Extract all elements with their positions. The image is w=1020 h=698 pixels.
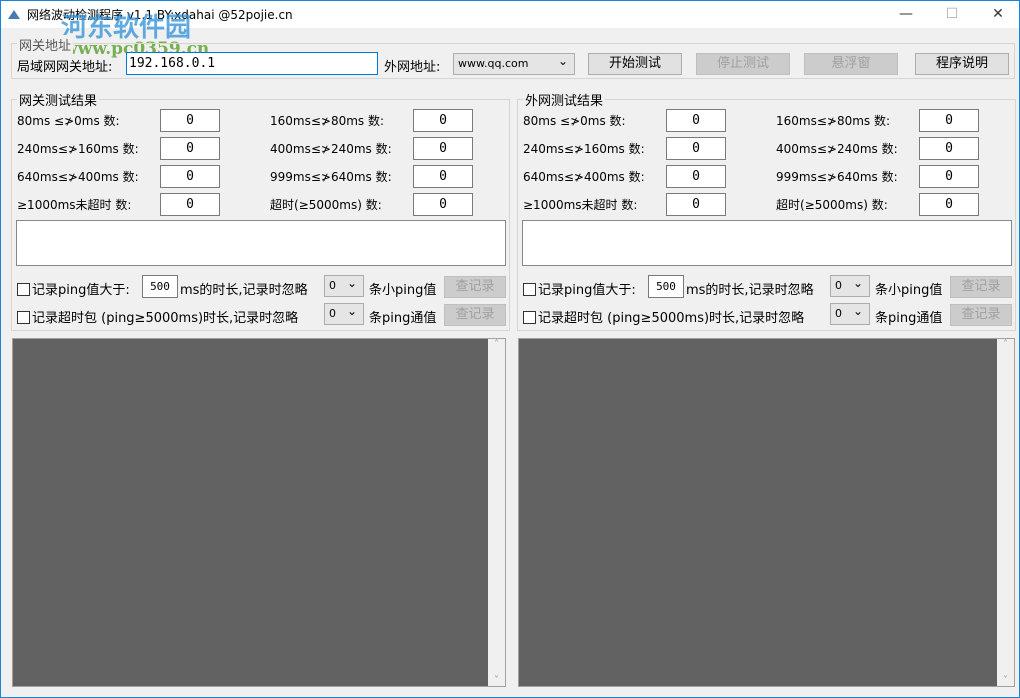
external-address-select[interactable]: www.qq.com [453,53,575,75]
ignore-pass-select[interactable]: 0 [830,303,870,325]
range-count [413,137,473,160]
view-record-button[interactable]: 查记录 [444,276,506,298]
range-label: 超时(≥5000ms) 数: [776,198,888,212]
gateway-address-group-label: 网关地址 [17,35,74,54]
stop-test-button[interactable]: 停止测试 [696,53,790,75]
view-timeout-record-button[interactable]: 查记录 [950,304,1012,326]
range-label: 400ms≤≯240ms 数: [776,142,898,156]
range-label: 80ms ≤≯0ms 数: [17,114,120,128]
scroll-up-icon[interactable]: ˄ [997,339,1014,350]
scrollbar[interactable]: ˄ ˅ [997,339,1014,686]
range-label: 999ms≤≯640ms 数: [270,170,392,184]
float-window-button[interactable]: 悬浮窗 [804,53,898,75]
range-count [919,137,979,160]
app-icon [7,7,21,21]
range-label: 640ms≤≯400ms 数: [523,170,645,184]
small-ping-label: 条小ping值 [369,283,437,298]
record-ping-suffix: ms的时长,记录时忽略 [686,283,814,298]
range-count [666,109,726,132]
range-label: 240ms≤≯160ms 数: [523,142,645,156]
range-count [160,193,220,216]
ping-threshold-input[interactable] [142,275,178,298]
external-label: 外网地址: [384,60,441,75]
ignore-small-select[interactable]: 0 [324,275,364,297]
record-ping-checkbox[interactable]: 记录ping值大于: [523,279,636,298]
range-label: 400ms≤≯240ms 数: [270,142,392,156]
ping-pass-label: 条ping通值 [875,311,943,326]
ping-chart-area: ˄ ˅ [12,338,506,687]
range-label: ≥1000ms未超时 数: [17,198,132,212]
range-count [413,165,473,188]
record-timeout-checkbox[interactable]: 记录超时包 (ping≥5000ms)时长,记录时忽略 [17,307,298,326]
start-test-button[interactable]: 开始测试 [588,53,682,75]
close-button[interactable]: ✕ [975,1,1020,28]
scroll-down-icon[interactable]: ˅ [997,675,1014,686]
range-count [160,165,220,188]
range-count [919,109,979,132]
range-count [919,193,979,216]
ignore-pass-select[interactable]: 0 [324,303,364,325]
range-count [160,109,220,132]
checkbox-icon[interactable] [17,311,30,324]
log-memo[interactable] [16,220,506,266]
record-timeout-checkbox[interactable]: 记录超时包 (ping≥5000ms)时长,记录时忽略 [523,307,804,326]
view-timeout-record-button[interactable]: 查记录 [444,304,506,326]
scroll-down-icon[interactable]: ˅ [488,675,505,686]
range-label: 超时(≥5000ms) 数: [270,198,382,212]
range-label: 80ms ≤≯0ms 数: [523,114,626,128]
gateway-input[interactable] [126,52,378,75]
record-ping-label: 记录ping值大于: [538,283,636,298]
help-button[interactable]: 程序说明 [915,53,1009,75]
checkbox-icon[interactable] [17,283,30,296]
result-group-title: 外网测试结果 [523,90,606,109]
log-memo[interactable] [522,220,1012,266]
record-timeout-label: 记录超时包 (ping≥5000ms)时长,记录时忽略 [538,311,805,326]
range-count [160,137,220,160]
ping-pass-label: 条ping通值 [369,311,437,326]
range-count [413,109,473,132]
ping-chart-area: ˄ ˅ [518,338,1015,687]
small-ping-label: 条小ping值 [875,283,943,298]
gateway-label: 局域网网关地址: [17,60,113,75]
range-count [666,137,726,160]
range-label: 160ms≤≯80ms 数: [776,114,891,128]
scroll-up-icon[interactable]: ˄ [488,339,505,350]
ping-threshold-input[interactable] [648,275,684,298]
record-ping-checkbox[interactable]: 记录ping值大于: [17,279,130,298]
ignore-small-select[interactable]: 0 [830,275,870,297]
minimize-button[interactable]: — [883,1,929,28]
view-record-button[interactable]: 查记录 [950,276,1012,298]
scrollbar[interactable]: ˄ ˅ [488,339,505,686]
range-count [919,165,979,188]
range-label: 999ms≤≯640ms 数: [776,170,898,184]
record-ping-suffix: ms的时长,记录时忽略 [180,283,308,298]
checkbox-icon[interactable] [523,283,536,296]
record-timeout-label: 记录超时包 (ping≥5000ms)时长,记录时忽略 [32,311,299,326]
range-label: 240ms≤≯160ms 数: [17,142,139,156]
range-label: 160ms≤≯80ms 数: [270,114,385,128]
result-group-title: 网关测试结果 [17,90,100,109]
record-ping-label: 记录ping值大于: [32,283,130,298]
range-count [666,193,726,216]
maximize-button[interactable]: ☐ [929,1,975,28]
checkbox-icon[interactable] [523,311,536,324]
range-count [666,165,726,188]
range-count [413,193,473,216]
range-label: ≥1000ms未超时 数: [523,198,638,212]
range-label: 640ms≤≯400ms 数: [17,170,139,184]
